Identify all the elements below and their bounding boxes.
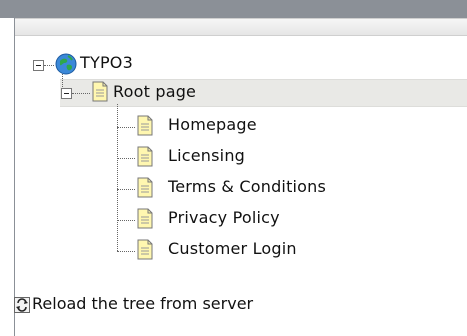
tree-connector bbox=[117, 189, 135, 190]
tree-connector bbox=[117, 220, 135, 221]
tree-connector bbox=[117, 251, 135, 252]
window-topbar bbox=[0, 0, 467, 18]
reload-icon[interactable] bbox=[14, 297, 30, 313]
page-icon bbox=[137, 115, 153, 136]
page-icon bbox=[137, 177, 153, 198]
tree-connector bbox=[44, 65, 54, 66]
panel-header bbox=[15, 18, 467, 36]
tree-label-root-page[interactable]: Root page bbox=[113, 82, 196, 101]
page-icon bbox=[137, 146, 153, 167]
globe-icon bbox=[55, 53, 77, 75]
tree-item-licensing[interactable]: Licensing bbox=[168, 146, 245, 165]
tree-connector bbox=[117, 127, 135, 128]
tree-label-typo3[interactable]: TYPO3 bbox=[80, 53, 133, 72]
collapse-toggle-typo3[interactable] bbox=[33, 60, 44, 71]
tree-connector bbox=[72, 93, 90, 94]
collapse-toggle-root-page[interactable] bbox=[61, 88, 72, 99]
tree-item-homepage[interactable]: Homepage bbox=[168, 115, 257, 134]
reload-label[interactable]: Reload the tree from server bbox=[32, 294, 253, 313]
page-icon bbox=[92, 81, 108, 102]
tree-item-customer-login[interactable]: Customer Login bbox=[168, 239, 297, 258]
tree-item-privacy-policy[interactable]: Privacy Policy bbox=[168, 208, 280, 227]
tree-connector bbox=[117, 158, 135, 159]
tree-item-terms-conditions[interactable]: Terms & Conditions bbox=[168, 177, 326, 196]
page-icon bbox=[137, 208, 153, 229]
page-icon bbox=[137, 239, 153, 260]
